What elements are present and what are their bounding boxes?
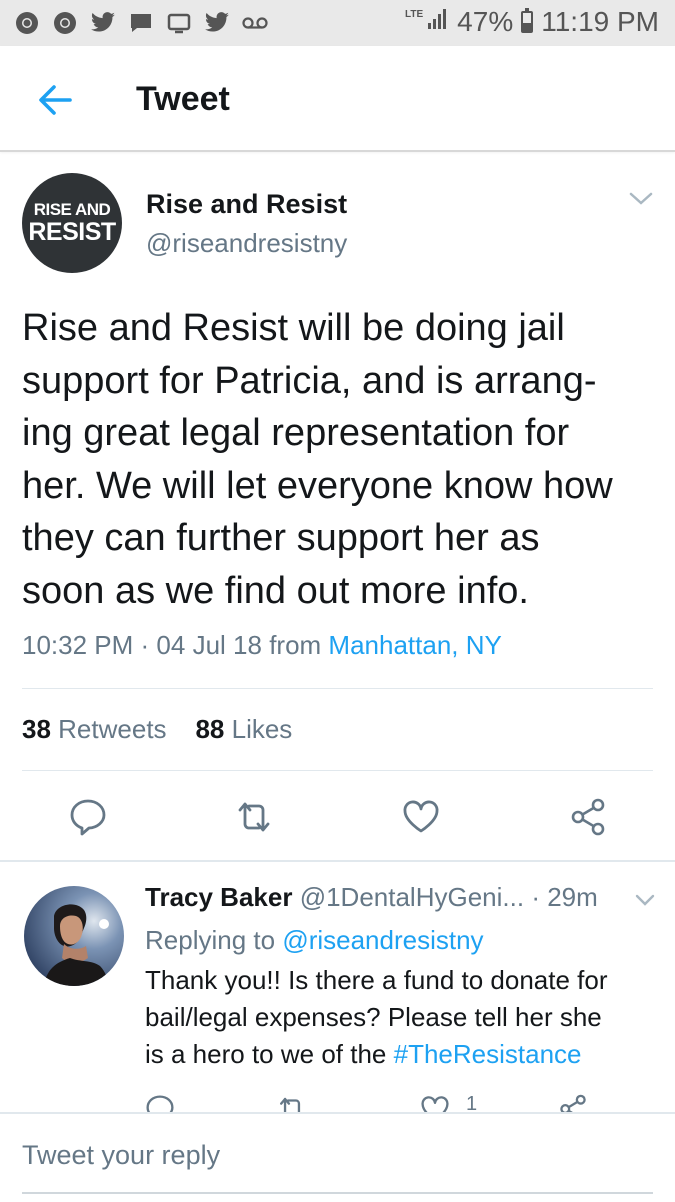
chevron-down-icon[interactable] <box>628 190 654 208</box>
likes-stat[interactable]: 88 Likes <box>195 714 292 744</box>
voicemail-icon <box>242 10 268 36</box>
clock: 11:19 PM <box>541 6 659 37</box>
retweet-icon[interactable] <box>232 795 276 839</box>
reply-actions: 1 <box>0 1090 675 1114</box>
tweet-meta: 10:32 PM · 04 Jul 18 from Manhattan, NY <box>22 630 502 660</box>
author-handle[interactable]: @riseandresistny <box>146 228 347 259</box>
tweet-text-line: support for Patricia, and is arrang- <box>22 359 597 402</box>
avatar-logo-line2: RESIST <box>28 218 116 246</box>
reply-like-count: 1 <box>466 1093 478 1114</box>
twitter-bird-icon <box>90 10 116 36</box>
reply-age: · 29m <box>531 882 598 912</box>
twitter-bird-icon <box>204 10 230 36</box>
heart-icon[interactable] <box>399 795 443 839</box>
share-icon[interactable] <box>566 795 610 839</box>
network-type: LTE <box>405 8 424 20</box>
divider <box>22 770 653 771</box>
from-label: from <box>269 630 322 660</box>
reply-author-handle[interactable]: @1DentalHyGeni... <box>300 882 524 912</box>
chevron-down-icon[interactable] <box>634 893 656 908</box>
cast-icon <box>166 10 192 36</box>
heart-icon[interactable] <box>418 1092 452 1114</box>
reply-text-line: Thank you!! Is there a fund to donate fo… <box>145 965 608 995</box>
input-underline <box>22 1192 653 1194</box>
reply-text-line: bail/legal expenses? Please tell her she <box>145 1002 602 1032</box>
tweet-date: 04 Jul 18 <box>156 630 262 660</box>
replying-to-link[interactable]: @riseandresistny <box>282 925 483 955</box>
tweet-text-line: her. We will let everyone know how <box>22 464 613 507</box>
reply-icon[interactable] <box>143 1092 177 1114</box>
arrow-left-icon[interactable] <box>32 76 80 124</box>
retweets-stat[interactable]: 38 Retweets <box>22 714 167 744</box>
engagement-counts: 38 Retweets 88 Likes <box>22 714 292 745</box>
retweet-icon[interactable] <box>275 1092 309 1114</box>
tweet-text: Rise and Resist will be doing jail suppo… <box>22 302 662 617</box>
status-right: LTE 47% 11:19 PM <box>405 6 659 38</box>
tweet-text-line: soon as we find out more info. <box>22 569 529 612</box>
author-name[interactable]: Rise and Resist <box>146 189 347 220</box>
page-title: Tweet <box>136 80 230 118</box>
likes-label: Likes <box>231 714 293 744</box>
signal-icon <box>427 6 449 38</box>
message-icon <box>128 10 154 36</box>
location-link[interactable]: Manhattan, NY <box>328 630 501 660</box>
reply-text: Thank you!! Is there a fund to donate fo… <box>145 962 665 1073</box>
notification-icons <box>14 10 268 36</box>
app-header: Tweet <box>0 46 675 152</box>
tweet-text-line: Rise and Resist will be doing jail <box>22 307 565 349</box>
replying-to: Replying to @riseandresistny <box>145 925 484 956</box>
chrome-icon <box>14 10 40 36</box>
divider <box>0 860 675 862</box>
reply-author-name[interactable]: Tracy Baker <box>145 882 292 912</box>
reply-header: Tracy Baker @1DentalHyGeni... · 29m <box>145 882 598 913</box>
share-icon[interactable] <box>556 1092 590 1114</box>
reply-text-line: is a hero to we of the #TheResistance <box>145 1036 665 1073</box>
tweet-text-line: ing great legal representation for <box>22 412 570 454</box>
reply-text-line3: is a hero to we of the <box>145 1039 387 1069</box>
divider <box>22 688 653 689</box>
tweet-text-line: they can further support her as <box>22 517 540 559</box>
reply-composer: Tweet your reply <box>0 1112 675 1202</box>
tweet-reply-input[interactable]: Tweet your reply <box>22 1140 220 1171</box>
reply-icon[interactable] <box>66 795 110 839</box>
reply-avatar[interactable] <box>24 886 124 986</box>
chrome-icon <box>52 10 78 36</box>
avatar[interactable]: RISE AND RESIST <box>22 173 122 273</box>
likes-count: 88 <box>195 714 225 744</box>
tweet-time: 10:32 PM <box>22 630 134 660</box>
status-bar: LTE 47% 11:19 PM <box>0 0 675 46</box>
battery-percent: 47% <box>457 6 514 37</box>
avatar-logo-line1: RISE AND <box>33 200 111 219</box>
hashtag-link[interactable]: #TheResistance <box>394 1039 582 1069</box>
retweets-label: Retweets <box>58 714 167 744</box>
replying-label: Replying to <box>145 925 276 955</box>
retweets-count: 38 <box>22 714 51 744</box>
battery-icon <box>521 8 534 33</box>
